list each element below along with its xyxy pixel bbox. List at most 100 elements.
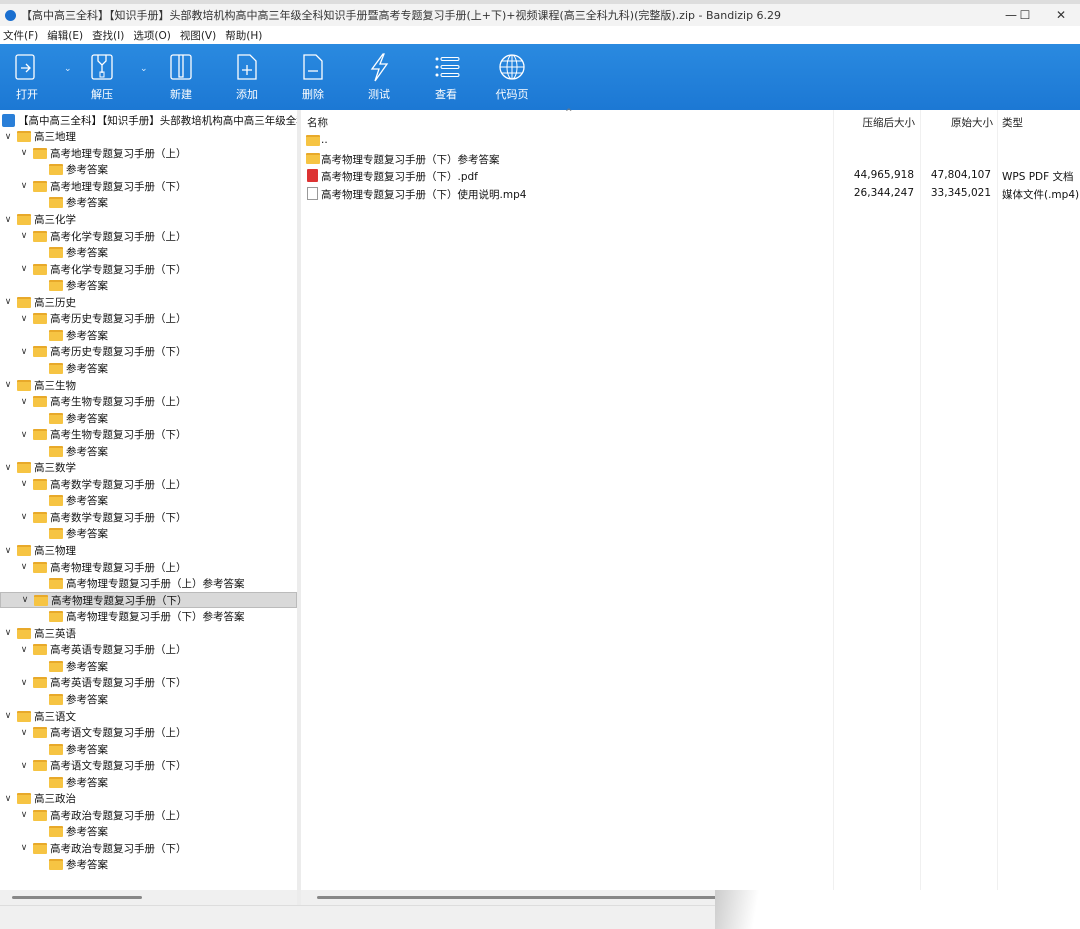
tree-node[interactable]: 参考答案 [0,277,297,294]
chevron-down-icon[interactable]: ∨ [19,264,29,274]
file-row[interactable]: 高考物理专题复习手册（下）参考答案 [301,150,1080,167]
tree-node[interactable]: 参考答案 [0,493,297,510]
chevron-down-icon[interactable]: ∨ [19,645,29,655]
file-row[interactable]: 高考物理专题复习手册（下）使用说明.mp4 26,344,247 33,345,02… [301,185,1080,202]
menu-options[interactable]: 选项(O) [133,28,170,43]
chevron-down-icon[interactable]: ∨ [3,297,13,307]
column-name[interactable]: 名称 [307,115,328,130]
chevron-down-icon[interactable]: ∨ [19,512,29,522]
chevron-down-icon[interactable]: ∨ [19,728,29,738]
tree-node[interactable]: ∨ 高三数学 [0,460,297,477]
chevron-down-icon[interactable]: ∨ [20,595,30,605]
tree-node[interactable]: ∨ 高三政治 [0,791,297,808]
tree-node[interactable]: ∨ 高三语文 [0,708,297,725]
scrollbar-thumb[interactable] [317,896,731,899]
menu-help[interactable]: 帮助(H) [225,28,262,43]
column-type[interactable]: 类型 [1002,115,1023,130]
tree-node[interactable]: 参考答案 [0,526,297,543]
tree-node[interactable]: ∨ 高考化学专题复习手册（上） [0,228,297,245]
chevron-down-icon[interactable]: ∨ [19,314,29,324]
tree-node[interactable]: 参考答案 [0,244,297,261]
toolbar-add-file-button[interactable]: 添加 [217,52,277,102]
chevron-down-icon[interactable]: ∨ [19,843,29,853]
tree-node[interactable]: ∨ 高三化学 [0,211,297,228]
chevron-down-icon[interactable]: ∨ [19,678,29,688]
tree-node[interactable]: 参考答案 [0,443,297,460]
chevron-down-icon[interactable]: ∨ [19,430,29,440]
tree-node[interactable]: 高考物理专题复习手册（上）参考答案 [0,575,297,592]
chevron-down-icon[interactable]: ∨ [19,397,29,407]
menu-edit[interactable]: 编辑(E) [47,28,83,43]
tree-node[interactable]: ∨ 高考化学专题复习手册（下） [0,261,297,278]
tree-node[interactable]: ∨ 高考历史专题复习手册（上） [0,311,297,328]
folder-tree[interactable]: 【高中高三全科】【知识手册】头部教培机构高中高三年级全科知识手册暨高考专题复习手… [0,110,297,890]
dropdown-chevron-icon[interactable]: ⌄ [140,64,148,74]
chevron-down-icon[interactable]: ∨ [19,761,29,771]
tree-node[interactable]: ∨ 高考政治专题复习手册（下） [0,840,297,857]
column-divider[interactable] [920,110,921,890]
toolbar-new-archive-button[interactable]: 新建 [151,52,211,102]
tree-node[interactable]: ∨ 高考生物专题复习手册（上） [0,393,297,410]
toolbar-extract-button[interactable]: 解压 [72,52,132,102]
menu-find[interactable]: 查找(I) [92,28,124,43]
tree-node[interactable]: ∨ 高考数学专题复习手册（下） [0,509,297,526]
tree-node[interactable]: ∨ 高考生物专题复习手册（下） [0,426,297,443]
list-horizontal-scrollbar[interactable] [301,890,731,905]
tree-node[interactable]: 参考答案 [0,774,297,791]
tree-node[interactable]: ∨ 高考物理专题复习手册（下） [0,591,297,609]
tree-node[interactable]: 参考答案 [0,741,297,758]
tree-node[interactable]: 参考答案 [0,857,297,874]
chevron-down-icon[interactable]: ∨ [3,711,13,721]
menu-view[interactable]: 视图(V) [180,28,216,43]
column-compressed-size[interactable]: 压缩后大小 [863,115,916,130]
toolbar-test-button[interactable]: 测试 [349,52,409,102]
chevron-down-icon[interactable]: ∨ [3,463,13,473]
tree-node[interactable]: ∨ 高考英语专题复习手册（下） [0,675,297,692]
tree-node[interactable]: ∨ 高考语文专题复习手册（下） [0,757,297,774]
tree-node[interactable]: 参考答案 [0,658,297,675]
tree-node[interactable]: 参考答案 [0,162,297,179]
toolbar-delete-file-button[interactable]: 删除 [283,52,343,102]
tree-node[interactable]: ∨ 高三物理 [0,542,297,559]
tree-node[interactable]: ∨ 高三英语 [0,625,297,642]
toolbar-codepage-globe-button[interactable]: 代码页 [482,52,542,102]
tree-node[interactable]: 参考答案 [0,327,297,344]
tree-node[interactable]: 参考答案 [0,691,297,708]
column-original-size[interactable]: 原始大小 [951,115,993,130]
chevron-down-icon[interactable]: ∨ [3,132,13,142]
chevron-down-icon[interactable]: ∨ [3,546,13,556]
file-row[interactable]: 高考物理专题复习手册（下）.pdf 44,965,918 47,804,107 WPS… [301,167,1080,184]
dropdown-chevron-icon[interactable]: ⌄ [64,64,72,74]
chevron-down-icon[interactable]: ∨ [19,148,29,158]
chevron-down-icon[interactable]: ∨ [3,628,13,638]
chevron-down-icon[interactable]: ∨ [3,380,13,390]
toolbar-view-list-button[interactable]: 查看 [416,52,476,102]
tree-node[interactable]: ∨ 高三历史 [0,294,297,311]
tree-node[interactable]: 参考答案 [0,824,297,841]
tree-node[interactable]: 参考答案 [0,410,297,427]
tree-node[interactable]: ∨ 高考语文专题复习手册（上） [0,724,297,741]
tree-node[interactable]: ∨ 高考地理专题复习手册（上） [0,145,297,162]
tree-node[interactable]: ∨ 高考政治专题复习手册（上） [0,807,297,824]
tree-horizontal-scrollbar[interactable] [0,890,297,905]
toolbar-open-button[interactable]: 打开 [0,52,57,102]
tree-node[interactable]: ∨ 高三生物 [0,377,297,394]
tree-node[interactable]: ∨ 高考英语专题复习手册（上） [0,642,297,659]
tree-node[interactable]: 参考答案 [0,360,297,377]
menu-file[interactable]: 文件(F) [3,28,38,43]
chevron-down-icon[interactable]: ∨ [19,562,29,572]
chevron-down-icon[interactable]: ∨ [3,794,13,804]
chevron-down-icon[interactable]: ∨ [19,479,29,489]
tree-node[interactable]: 高考物理专题复习手册（下）参考答案 [0,608,297,625]
chevron-down-icon[interactable]: ∨ [19,810,29,820]
tree-node[interactable]: ∨ 高考历史专题复习手册（下） [0,344,297,361]
chevron-down-icon[interactable]: ∨ [3,215,13,225]
scrollbar-thumb[interactable] [12,896,142,899]
tree-node[interactable]: ∨ 高考数学专题复习手册（上） [0,476,297,493]
file-list[interactable]: 名称 ^ 压缩后大小 原始大小 类型 .. 高考物理专题复习手册（下）参考答案 高考… [301,108,1080,890]
close-button[interactable]: ✕ [1038,4,1080,26]
tree-node[interactable]: 参考答案 [0,195,297,212]
tree-node[interactable]: ∨ 高考物理专题复习手册（上） [0,559,297,576]
tree-node[interactable]: ∨ 高三地理 [0,129,297,146]
chevron-down-icon[interactable]: ∨ [19,231,29,241]
